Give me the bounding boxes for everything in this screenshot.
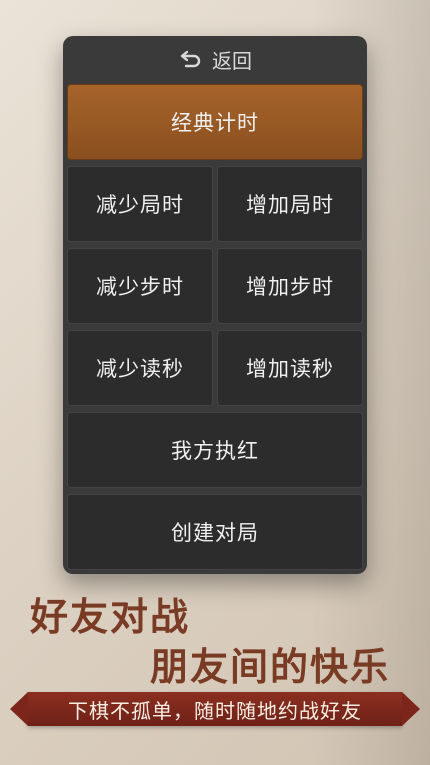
back-label: 返回 <box>212 48 252 73</box>
decrease-read-seconds-button[interactable]: 减少读秒 <box>67 330 213 406</box>
back-button[interactable]: 返回 <box>63 36 367 82</box>
decrease-step-time-button[interactable]: 减少步时 <box>67 248 213 324</box>
decrease-round-time-button[interactable]: 减少局时 <box>67 166 213 242</box>
classic-timer-label: 经典计时 <box>171 111 259 135</box>
my-side-red-label: 我方执红 <box>171 439 259 463</box>
increase-step-time-button[interactable]: 增加步时 <box>217 248 363 324</box>
my-side-red-button[interactable]: 我方执红 <box>67 412 363 488</box>
classic-timer-button[interactable]: 经典计时 <box>67 84 363 160</box>
promo-title-line1: 好友对战 <box>30 595 191 639</box>
promo-ribbon-text: 下棋不孤单，随时随地约战好友 <box>68 698 362 723</box>
decrease-step-time-label: 减少步时 <box>96 275 184 299</box>
increase-read-seconds-button[interactable]: 增加读秒 <box>217 330 363 406</box>
promo-title-line2: 朋友间的快乐 <box>150 645 391 689</box>
back-arrow-icon <box>178 48 204 70</box>
increase-read-seconds-label: 增加读秒 <box>246 357 334 381</box>
increase-round-time-label: 增加局时 <box>246 193 334 217</box>
promo-ribbon: 下棋不孤单，随时随地约战好友 <box>10 692 420 726</box>
create-match-button[interactable]: 创建对局 <box>67 494 363 570</box>
increase-round-time-button[interactable]: 增加局时 <box>217 166 363 242</box>
increase-step-time-label: 增加步时 <box>246 275 334 299</box>
decrease-read-seconds-label: 减少读秒 <box>96 357 184 381</box>
create-match-label: 创建对局 <box>171 521 259 545</box>
timer-settings-panel: 返回 经典计时 减少局时 增加局时 减少步时 增加步时 减少读秒 增加读秒 我方… <box>63 36 367 574</box>
decrease-round-time-label: 减少局时 <box>96 193 184 217</box>
